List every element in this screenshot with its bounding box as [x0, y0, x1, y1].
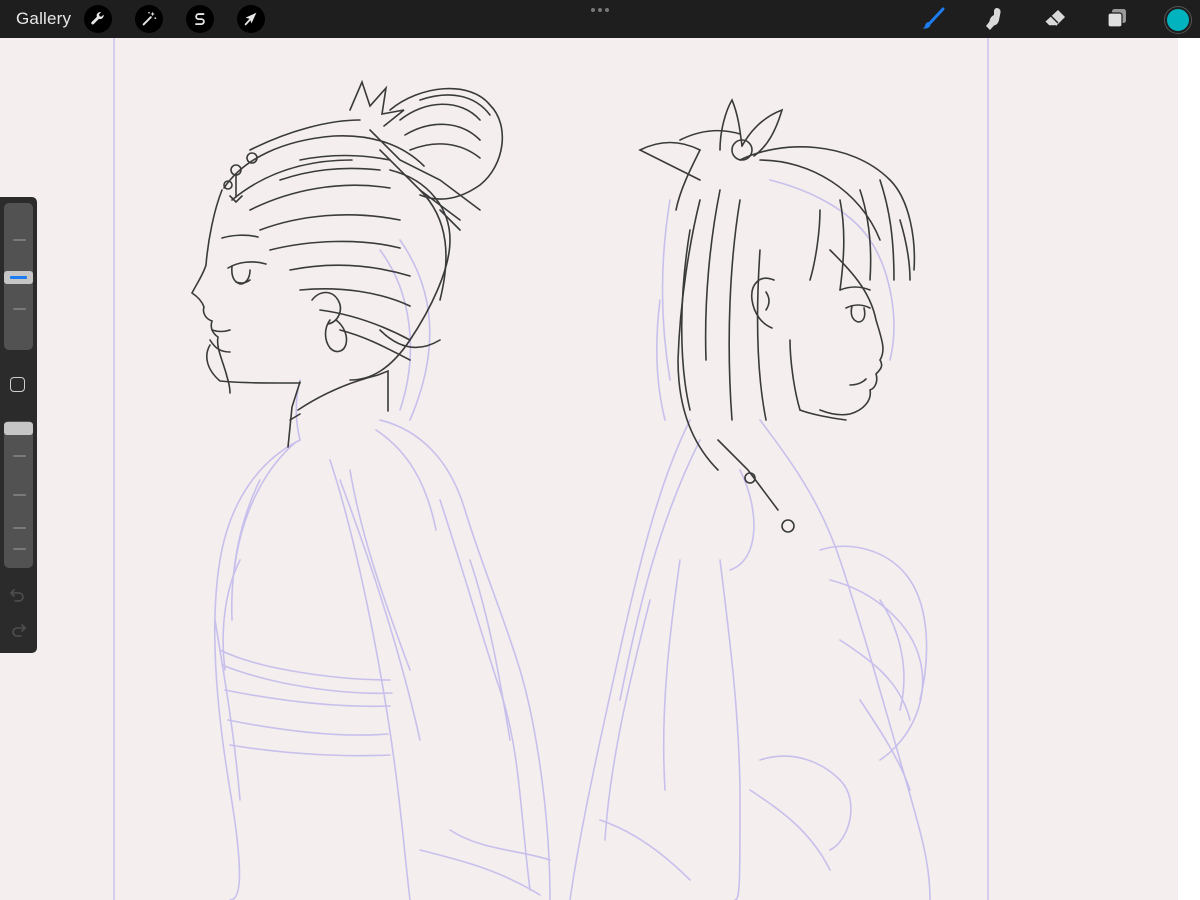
top-toolbar: Gallery	[0, 0, 1200, 38]
smudge-finger-icon	[986, 8, 1001, 30]
smudge-tool-button[interactable]	[979, 4, 1009, 34]
left-figure-sketch	[214, 239, 551, 900]
color-picker-button[interactable]	[1165, 7, 1191, 33]
adjustments-button[interactable]	[135, 5, 163, 33]
left-sidebar	[0, 197, 37, 653]
brush-size-handle[interactable]	[4, 271, 33, 284]
eraser-tool-button[interactable]	[1040, 4, 1070, 34]
undo-icon[interactable]	[9, 587, 27, 603]
opacity-slider[interactable]	[4, 421, 33, 568]
arrow-cursor-icon	[244, 12, 257, 26]
opacity-handle[interactable]	[4, 422, 33, 435]
left-figure-lineart	[190, 79, 504, 448]
magic-wand-icon	[142, 11, 157, 26]
layers-button[interactable]	[1102, 4, 1132, 34]
selection-s-icon	[195, 13, 205, 26]
modify-button[interactable]	[10, 377, 25, 392]
canvas-right-margin	[1178, 38, 1200, 900]
right-figure-sketch	[569, 179, 931, 900]
actions-button[interactable]	[84, 5, 112, 33]
gallery-button[interactable]: Gallery	[16, 9, 71, 29]
sketch-artwork	[113, 38, 989, 900]
canvas-grabber-dots[interactable]	[590, 8, 610, 14]
redo-icon[interactable]	[9, 622, 27, 638]
drawing-canvas[interactable]	[0, 38, 1178, 900]
brush-tool-button[interactable]	[918, 4, 948, 34]
selection-button[interactable]	[186, 5, 214, 33]
brush-icon	[922, 7, 945, 29]
wrench-icon	[91, 12, 104, 25]
eraser-icon	[1044, 10, 1065, 27]
transform-button[interactable]	[237, 5, 265, 33]
layers-icon	[1107, 9, 1126, 28]
right-figure-lineart	[638, 98, 916, 533]
